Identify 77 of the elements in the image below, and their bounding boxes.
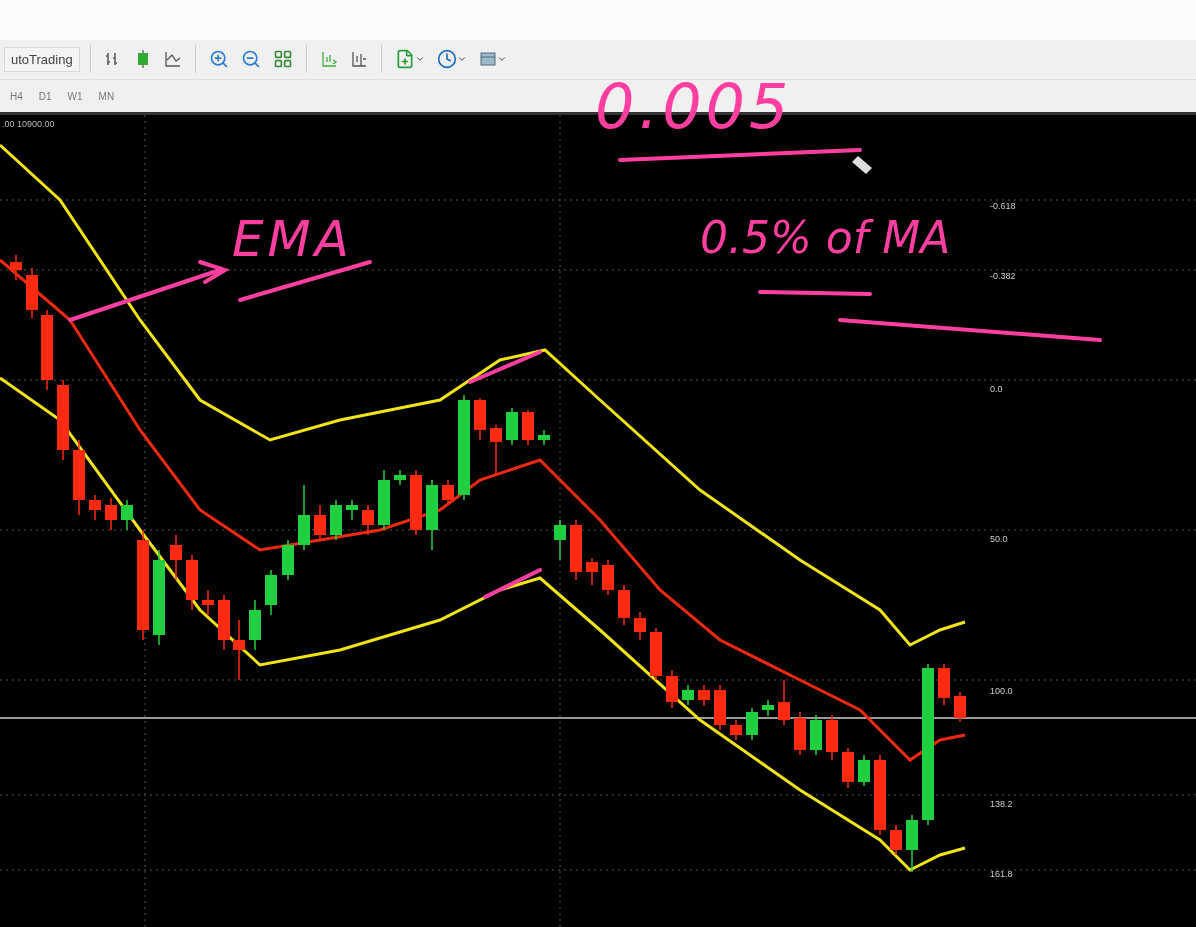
candlestick xyxy=(170,534,182,581)
candlestick xyxy=(746,707,758,741)
candlestick xyxy=(282,539,294,581)
candlestick xyxy=(410,469,422,536)
autotrading-button[interactable]: utoTrading xyxy=(4,46,80,72)
candlestick xyxy=(186,554,198,611)
candlestick xyxy=(249,599,261,651)
candlestick xyxy=(330,499,342,541)
level-label: -0.618 xyxy=(990,201,1016,211)
candlestick xyxy=(298,484,310,551)
candlestick xyxy=(602,559,614,596)
candlestick xyxy=(362,504,374,536)
candlestick xyxy=(618,584,630,626)
handwritten-annotation: 0.5% of MA xyxy=(700,212,951,263)
candlestick xyxy=(650,627,662,681)
candlestick xyxy=(762,699,774,717)
candlestick xyxy=(954,691,966,723)
candlestick xyxy=(265,569,277,616)
level-label: -0.382 xyxy=(990,271,1016,281)
pen-cursor-icon xyxy=(852,156,872,174)
candlestick xyxy=(233,619,245,681)
timeframe-button[interactable]: W1 xyxy=(63,88,87,104)
candlestick xyxy=(890,824,902,856)
candlestick xyxy=(938,663,950,706)
candlestick xyxy=(634,611,646,641)
line-chart-icon xyxy=(163,50,182,69)
candlestick xyxy=(346,499,358,521)
candlestick xyxy=(826,714,838,761)
candlestick xyxy=(314,504,326,541)
candlestick xyxy=(682,684,694,706)
candlestick xyxy=(121,499,133,531)
candlestick xyxy=(666,669,678,709)
pen-mark xyxy=(483,568,542,599)
candlestick xyxy=(394,469,406,486)
candlestick xyxy=(810,714,822,756)
zoom-out-icon xyxy=(240,49,261,70)
candlestick xyxy=(586,557,598,586)
candlestick xyxy=(794,711,806,756)
candlestick xyxy=(10,254,22,281)
timeframe-button[interactable]: H4 xyxy=(6,88,27,104)
chart-scroll-icon xyxy=(319,50,338,69)
candlestick xyxy=(698,684,710,707)
candlestick xyxy=(218,594,230,651)
candlestick xyxy=(730,719,742,741)
candlestick xyxy=(426,479,438,551)
candlestick xyxy=(778,679,790,726)
candlestick xyxy=(554,519,566,561)
candlestick xyxy=(474,397,486,441)
timeframe-button[interactable]: MN xyxy=(94,88,119,104)
grid-icon xyxy=(272,49,293,70)
candlestick xyxy=(490,424,502,476)
chart-header-text: .00 10900.00 xyxy=(2,119,55,129)
timeframe-button[interactable]: D1 xyxy=(34,88,56,104)
level-label: 100.0 xyxy=(990,686,1013,696)
candlestick xyxy=(442,479,454,506)
candlestick xyxy=(842,747,854,789)
candlestick xyxy=(506,407,518,446)
candlestick xyxy=(378,469,390,531)
candlestick xyxy=(202,589,214,616)
level-label: 0.0 xyxy=(990,384,1003,394)
candlestick xyxy=(522,409,534,446)
candlestick xyxy=(89,494,101,521)
candlestick xyxy=(906,814,918,873)
candlestick xyxy=(26,267,38,319)
zoom-in-icon xyxy=(208,49,229,70)
candlestick xyxy=(858,754,870,787)
candlestick xyxy=(714,684,726,731)
template-icon xyxy=(478,50,497,69)
level-label: 138.2 xyxy=(990,799,1013,809)
chart-shift-icon xyxy=(349,50,368,69)
candlestick xyxy=(570,519,582,581)
level-label: 50.0 xyxy=(990,534,1008,544)
candlestick xyxy=(105,497,117,531)
handwritten-annotation: EMA xyxy=(232,210,353,268)
clock-icon xyxy=(436,49,457,70)
level-label: 161.8 xyxy=(990,869,1013,879)
candlestick xyxy=(538,429,550,446)
